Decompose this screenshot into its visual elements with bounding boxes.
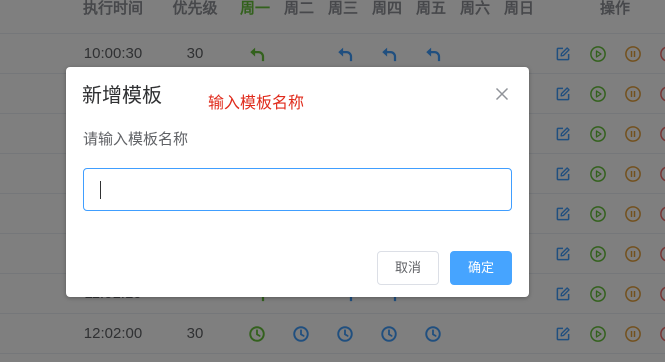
text-cursor bbox=[100, 181, 101, 199]
annotation-text: 输入模板名称 bbox=[208, 95, 305, 112]
new-template-dialog: 新增模板 输入模板名称 请输入模板名称 取消 确定 bbox=[66, 67, 529, 297]
template-name-label: 请输入模板名称 bbox=[83, 131, 189, 148]
cancel-button[interactable]: 取消 bbox=[377, 251, 439, 285]
close-icon[interactable] bbox=[495, 87, 509, 101]
template-name-input[interactable] bbox=[83, 168, 512, 211]
confirm-button[interactable]: 确定 bbox=[450, 251, 512, 285]
dialog-title: 新增模板 bbox=[82, 85, 162, 107]
